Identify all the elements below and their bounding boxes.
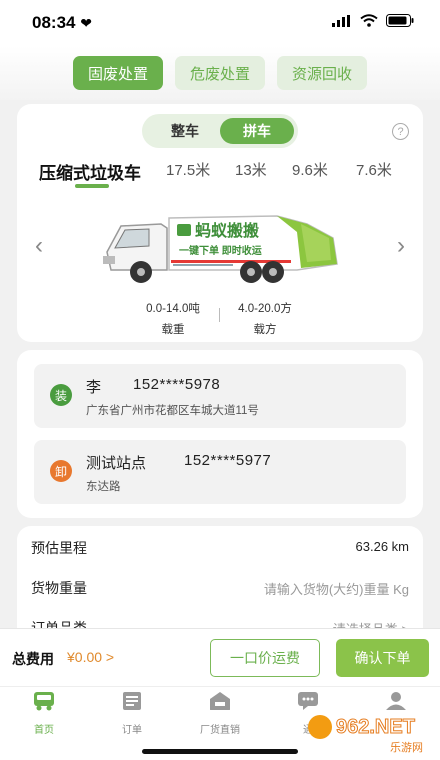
row-cargo-weight[interactable]: 货物重量 请输入货物(大约)重量 Kg bbox=[17, 568, 423, 608]
tab-solid-waste[interactable]: 固废处置 bbox=[73, 56, 163, 90]
next-vehicle-arrow[interactable]: › bbox=[397, 232, 405, 260]
spec-load-weight-value: 0.0-14.0吨 bbox=[146, 303, 200, 315]
heart-icon: ❤ bbox=[80, 15, 92, 31]
vehicle-tab-17-5m[interactable]: 17.5米 bbox=[166, 159, 210, 180]
spec-load-volume-value: 4.0-20.0方 bbox=[238, 303, 292, 315]
vehicle-mode-toggle: 整车 拼车 bbox=[142, 114, 298, 148]
vehicle-tab-13m[interactable]: 13米 bbox=[235, 159, 267, 180]
total-fee-value[interactable]: ¥0.00 > bbox=[67, 649, 114, 665]
dropoff-address-line: 东达路 bbox=[86, 481, 121, 493]
dropoff-badge: 卸 bbox=[50, 460, 72, 482]
status-bar: 08:34 ❤ bbox=[0, 0, 440, 46]
vehicle-card: 整车 拼车 ? 压缩式垃圾车 17.5米 13米 9.6米 7.6米 ‹ › 蚂… bbox=[17, 104, 423, 342]
order-action-bar: 总费用 ¥0.00 > 一口价运费 确认下单 bbox=[0, 628, 440, 686]
nav-factory-direct-label: 厂货直销 bbox=[200, 725, 240, 736]
vehicle-tab-7-6m[interactable]: 7.6米 bbox=[356, 159, 392, 180]
category-tabs: 固废处置 危废处置 资源回收 bbox=[0, 46, 440, 100]
row-estimated-distance-label: 预估里程 bbox=[31, 540, 87, 556]
watermark-logo: 962.NET 乐游网 bbox=[308, 715, 423, 754]
spec-load-volume-label: 载方 bbox=[253, 324, 277, 336]
watermark-sub: 乐游网 bbox=[390, 741, 423, 754]
order-details-card: 预估里程 63.26 km 货物重量 请输入货物(大约)重量 Kg 订单品类 请… bbox=[17, 526, 423, 636]
home-indicator bbox=[142, 749, 298, 754]
orders-icon bbox=[123, 692, 141, 710]
pickup-name: 李 bbox=[86, 379, 102, 396]
wifi-icon bbox=[360, 14, 378, 27]
vehicle-tab-compactor[interactable]: 压缩式垃圾车 bbox=[39, 159, 141, 184]
pickup-address-line: 广东省广州市花都区车城大道11号 bbox=[86, 405, 259, 417]
mode-full-truck[interactable]: 整车 bbox=[148, 118, 222, 144]
pickup-address[interactable]: 装 李 152****5978 广东省广州市花都区车城大道11号 bbox=[34, 364, 406, 428]
truck-slogan-text: 一键下单 即时收运 bbox=[179, 244, 262, 257]
nav-home[interactable]: 首页 bbox=[14, 691, 74, 736]
watermark-text: 962.NET bbox=[336, 716, 415, 738]
spec-load-weight: 0.0-14.0吨 载重 bbox=[123, 300, 223, 337]
row-estimated-distance-value: 63.26 km bbox=[355, 539, 409, 554]
dropoff-name: 测试站点 bbox=[86, 455, 147, 472]
garbage-truck-image: 蚂蚁搬搬 一键下单 即时收运 bbox=[103, 215, 338, 283]
dropoff-phone: 152****5977 bbox=[184, 452, 272, 469]
spec-load-volume: 4.0-20.0方 载方 bbox=[215, 300, 315, 337]
pickup-badge: 装 bbox=[50, 384, 72, 406]
mode-shared-truck[interactable]: 拼车 bbox=[220, 118, 294, 144]
status-icons bbox=[332, 14, 414, 27]
nav-orders[interactable]: 订单 bbox=[102, 691, 162, 736]
prev-vehicle-arrow[interactable]: ‹ bbox=[35, 232, 43, 260]
help-icon[interactable]: ? bbox=[392, 123, 409, 140]
nav-orders-label: 订单 bbox=[122, 725, 142, 736]
confirm-order-button[interactable]: 确认下单 bbox=[336, 639, 429, 677]
row-cargo-weight-label: 货物重量 bbox=[31, 580, 87, 596]
total-fee-label: 总费用 bbox=[12, 651, 54, 667]
nav-factory-direct[interactable]: 厂货直销 bbox=[190, 691, 250, 736]
pickup-phone: 152****5978 bbox=[133, 376, 221, 393]
status-time: 08:34 ❤ bbox=[32, 13, 92, 32]
dropoff-address[interactable]: 卸 测试站点 152****5977 东达路 bbox=[34, 440, 406, 504]
tab-hazardous-waste[interactable]: 危废处置 bbox=[175, 56, 265, 90]
vehicle-tab-indicator bbox=[75, 184, 109, 188]
truck-icon bbox=[34, 692, 54, 711]
nav-home-label: 首页 bbox=[34, 725, 54, 736]
spec-load-weight-label: 载重 bbox=[161, 324, 185, 336]
tab-resource-recycling[interactable]: 资源回收 bbox=[277, 56, 367, 90]
vehicle-specs: 0.0-14.0吨 载重 4.0-20.0方 载方 bbox=[17, 300, 423, 336]
fixed-price-button[interactable]: 一口价运费 bbox=[210, 639, 320, 677]
cargo-weight-input[interactable]: 请输入货物(大约)重量 Kg bbox=[264, 579, 409, 598]
battery-icon bbox=[386, 14, 414, 27]
truck-brand-text: 蚂蚁搬搬 bbox=[195, 221, 259, 240]
factory-icon bbox=[210, 692, 230, 710]
signal-icon bbox=[332, 14, 350, 27]
row-estimated-distance: 预估里程 63.26 km bbox=[17, 528, 423, 568]
vehicle-tab-9-6m[interactable]: 9.6米 bbox=[292, 159, 328, 180]
address-card: 装 李 152****5978 广东省广州市花都区车城大道11号 卸 测试站点 … bbox=[17, 350, 423, 518]
